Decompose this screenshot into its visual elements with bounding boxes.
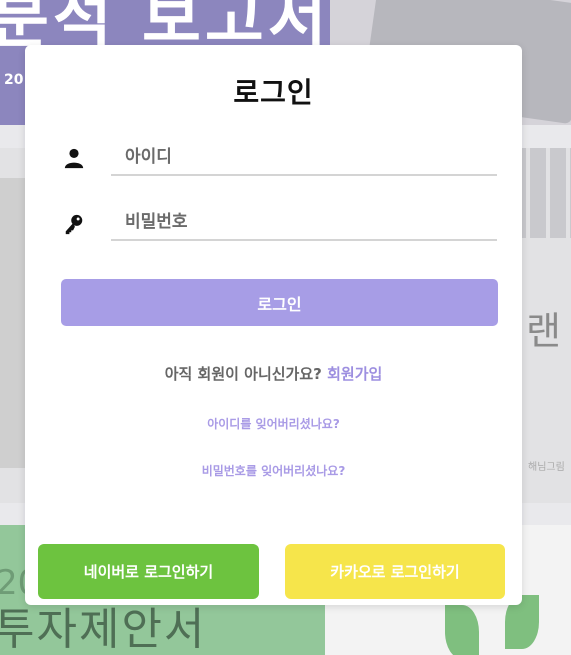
signup-prompt-row: 아직 회원이 아니신가요? 회원가입 xyxy=(25,363,522,384)
id-input[interactable] xyxy=(111,140,497,174)
id-field xyxy=(111,140,497,176)
password-field xyxy=(111,205,497,241)
login-title: 로그인 xyxy=(233,76,314,109)
signup-link[interactable]: 회원가입 xyxy=(327,365,382,383)
signup-prompt: 아직 회원이 아니신가요? xyxy=(164,365,322,383)
user-icon xyxy=(64,148,84,169)
password-input[interactable] xyxy=(111,205,497,239)
bg-desk-small-text: 해님그림 xyxy=(528,462,565,473)
forgot-password-link[interactable]: 비밀번호를 잊어버리셨나요? xyxy=(25,462,522,479)
naver-login-button[interactable]: 네이버로 로그인하기 xyxy=(38,544,259,599)
bg-notebook-image xyxy=(0,178,28,468)
login-card: 로그인 로그인 아직 회원이 아니신가요? 회원가입 아이디를 잊어버리셨나요?… xyxy=(25,45,522,605)
login-button[interactable]: 로그인 xyxy=(61,279,498,326)
kakao-login-button[interactable]: 카카오로 로그인하기 xyxy=(285,544,505,599)
key-icon xyxy=(65,214,83,235)
bg-report-year: 20 xyxy=(4,72,24,88)
forgot-id-link[interactable]: 아이디를 잊어버리셨나요? xyxy=(25,415,522,432)
bg-desk-text: 랜 xyxy=(526,309,561,353)
bg-leaf-image xyxy=(445,605,479,655)
